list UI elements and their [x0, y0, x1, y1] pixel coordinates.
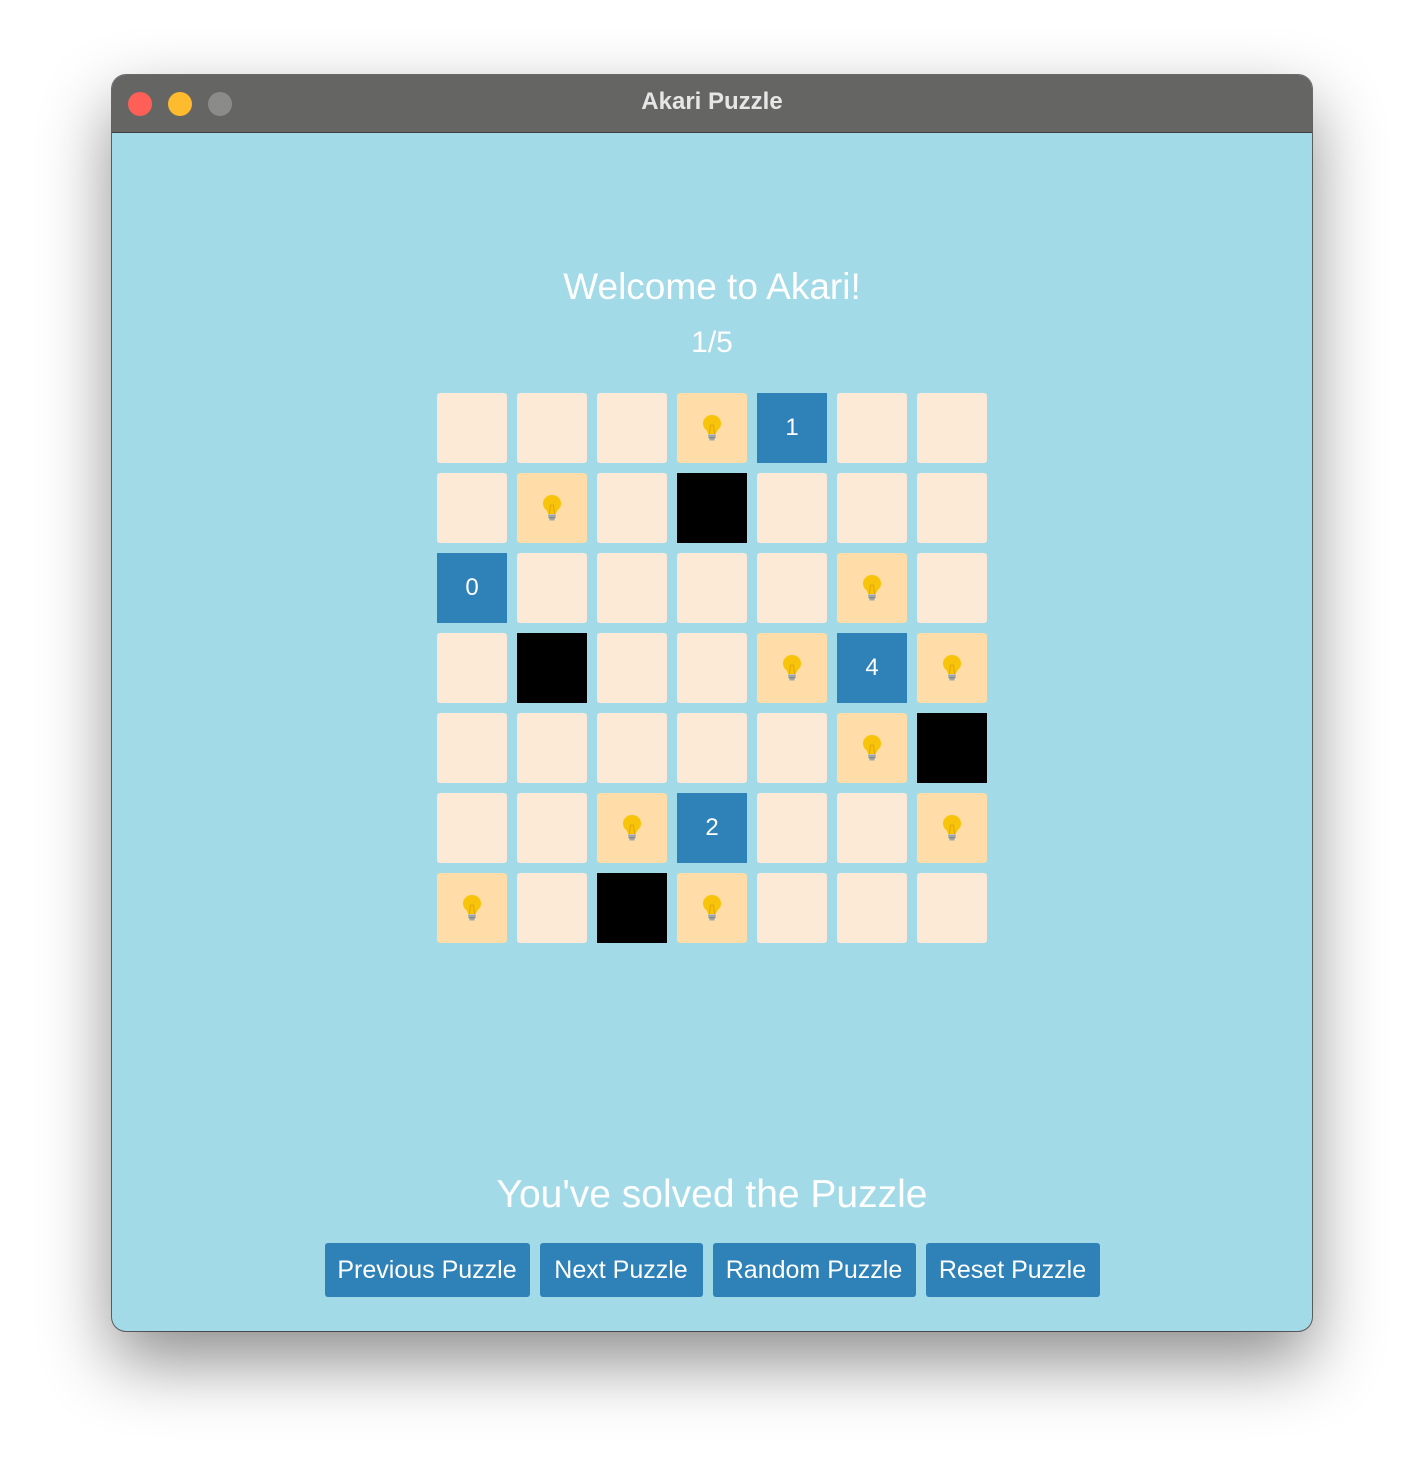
- empty-cell[interactable]: [597, 393, 667, 463]
- empty-cell[interactable]: [917, 393, 987, 463]
- wall-cell: [517, 633, 587, 703]
- empty-cell[interactable]: [917, 473, 987, 543]
- empty-cell[interactable]: [757, 713, 827, 783]
- lightbulb-icon: [941, 654, 963, 682]
- lamp-cell[interactable]: [517, 473, 587, 543]
- empty-cell[interactable]: [757, 873, 827, 943]
- button-row: Previous Puzzle Next Puzzle Random Puzzl…: [112, 1243, 1312, 1297]
- empty-cell[interactable]: [677, 553, 747, 623]
- empty-cell[interactable]: [517, 793, 587, 863]
- reset-puzzle-button[interactable]: Reset Puzzle: [925, 1243, 1100, 1297]
- lamp-cell[interactable]: [757, 633, 827, 703]
- empty-cell[interactable]: [757, 793, 827, 863]
- clue-cell: 2: [677, 793, 747, 863]
- empty-cell[interactable]: [917, 873, 987, 943]
- empty-cell[interactable]: [597, 473, 667, 543]
- empty-cell[interactable]: [757, 553, 827, 623]
- lightbulb-icon: [541, 494, 563, 522]
- lamp-cell[interactable]: [917, 633, 987, 703]
- lightbulb-icon: [781, 654, 803, 682]
- puzzle-board: 1 0 4 2: [437, 393, 987, 943]
- empty-cell[interactable]: [917, 553, 987, 623]
- wall-cell: [597, 873, 667, 943]
- empty-cell[interactable]: [597, 713, 667, 783]
- empty-cell[interactable]: [837, 873, 907, 943]
- welcome-heading: Welcome to Akari!: [563, 266, 861, 307]
- lamp-cell[interactable]: [837, 553, 907, 623]
- app-window: Akari Puzzle Welcome to Akari! 1/5 1 0 4 2 …: [112, 75, 1312, 1331]
- lamp-cell[interactable]: [837, 713, 907, 783]
- lamp-cell[interactable]: [677, 873, 747, 943]
- lightbulb-icon: [461, 894, 483, 922]
- window-title: Akari Puzzle: [641, 88, 783, 115]
- clue-number: 1: [785, 414, 799, 441]
- empty-cell[interactable]: [677, 713, 747, 783]
- empty-cell[interactable]: [437, 633, 507, 703]
- lightbulb-icon: [941, 814, 963, 842]
- empty-cell[interactable]: [517, 713, 587, 783]
- empty-cell[interactable]: [517, 553, 587, 623]
- empty-cell[interactable]: [837, 473, 907, 543]
- empty-cell[interactable]: [757, 473, 827, 543]
- lamp-cell[interactable]: [677, 393, 747, 463]
- empty-cell[interactable]: [437, 393, 507, 463]
- wall-cell: [917, 713, 987, 783]
- empty-cell[interactable]: [437, 473, 507, 543]
- clue-cell: 1: [757, 393, 827, 463]
- empty-cell[interactable]: [837, 793, 907, 863]
- random-puzzle-button[interactable]: Random Puzzle: [712, 1243, 916, 1297]
- empty-cell[interactable]: [437, 793, 507, 863]
- empty-cell[interactable]: [437, 713, 507, 783]
- previous-puzzle-button[interactable]: Previous Puzzle: [324, 1243, 530, 1297]
- empty-cell[interactable]: [837, 393, 907, 463]
- lightbulb-icon: [701, 894, 723, 922]
- lamp-cell[interactable]: [597, 793, 667, 863]
- clue-number: 0: [465, 574, 479, 601]
- clue-number: 4: [865, 654, 879, 681]
- wall-cell: [677, 473, 747, 543]
- puzzle-counter: 1/5: [691, 326, 733, 359]
- status-message: You've solved the Puzzle: [496, 1173, 928, 1216]
- clue-cell: 4: [837, 633, 907, 703]
- empty-cell[interactable]: [517, 873, 587, 943]
- main-content: Welcome to Akari! 1/5 1 0 4 2 You've solved…: [112, 133, 1312, 1331]
- clue-number: 2: [705, 814, 719, 841]
- clue-cell: 0: [437, 553, 507, 623]
- empty-cell[interactable]: [517, 393, 587, 463]
- empty-cell[interactable]: [597, 633, 667, 703]
- lightbulb-icon: [861, 734, 883, 762]
- lamp-cell[interactable]: [917, 793, 987, 863]
- title-bar[interactable]: Akari Puzzle: [112, 75, 1312, 133]
- lamp-cell[interactable]: [437, 873, 507, 943]
- lightbulb-icon: [621, 814, 643, 842]
- empty-cell[interactable]: [677, 633, 747, 703]
- lightbulb-icon: [701, 414, 723, 442]
- lightbulb-icon: [861, 574, 883, 602]
- empty-cell[interactable]: [597, 553, 667, 623]
- next-puzzle-button[interactable]: Next Puzzle: [539, 1243, 703, 1297]
